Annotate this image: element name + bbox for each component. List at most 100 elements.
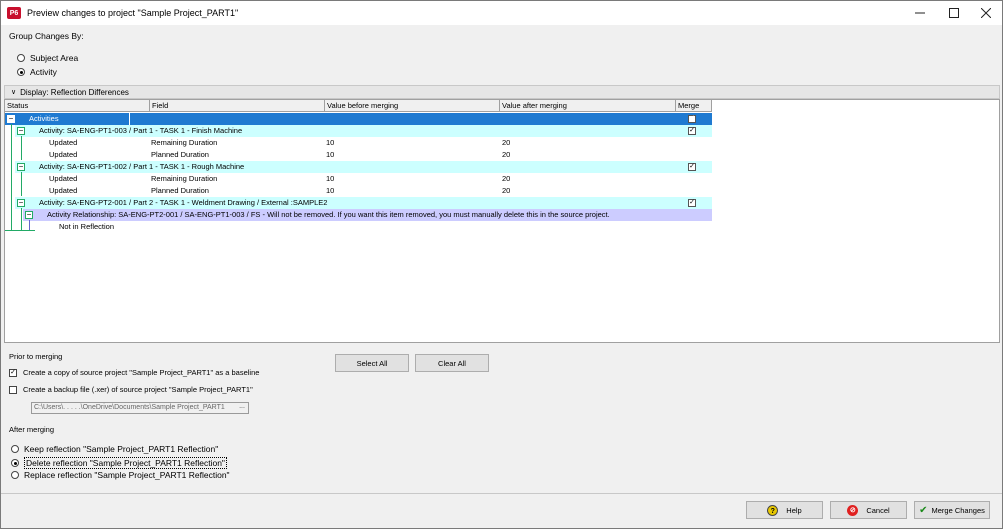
clear-all-button[interactable]: Clear All: [415, 354, 489, 372]
after-merging-label: After merging: [9, 425, 55, 434]
group-label: Activity: SA-ENG-PT1-003 / Part 1 - TASK…: [39, 126, 243, 135]
column-status[interactable]: Status: [5, 100, 150, 112]
field-cell: Remaining Duration: [151, 174, 218, 183]
radio-keep-reflection[interactable]: Keep reflection "Sample Project_PART1 Re…: [11, 444, 218, 454]
field-cell: Planned Duration: [151, 186, 209, 195]
collapse-icon[interactable]: −: [17, 199, 25, 207]
radio-keep-label: Keep reflection "Sample Project_PART1 Re…: [24, 444, 219, 454]
checkmark-icon: ✔: [919, 504, 928, 516]
prior-merging-label: Prior to merging: [9, 352, 63, 361]
collapse-icon[interactable]: −: [17, 127, 25, 135]
backup-path-field[interactable]: C:\Users\. . . . .\OneDrive\Documents\Sa…: [31, 402, 249, 414]
column-merge[interactable]: Merge: [676, 100, 712, 112]
merge-label: Merge Changes: [931, 505, 985, 515]
collapse-icon[interactable]: −: [25, 211, 33, 219]
help-button[interactable]: ? Help: [746, 501, 823, 519]
before-cell: 10: [326, 150, 335, 159]
copy-baseline-option[interactable]: ✓ Create a copy of source project "Sampl…: [9, 368, 259, 377]
table-row-group[interactable]: − Activity: SA-ENG-PT1-003 / Part 1 - TA…: [15, 125, 712, 137]
maximize-button[interactable]: [937, 1, 971, 25]
backup-file-label: Create a backup file (.xer) of source pr…: [23, 385, 253, 394]
field-cell: Remaining Duration: [151, 138, 218, 147]
status-cell: Updated: [49, 186, 78, 195]
browse-button[interactable]: ...: [236, 403, 248, 413]
root-divider: [129, 113, 130, 125]
status-cell: Updated: [49, 138, 78, 147]
close-button[interactable]: [969, 1, 1003, 25]
radio-indicator[interactable]: [11, 459, 19, 467]
field-cell: Planned Duration: [151, 150, 209, 159]
collapse-icon[interactable]: −: [17, 163, 25, 171]
radio-indicator[interactable]: [11, 445, 19, 453]
table-row[interactable]: Updated Planned Duration 10 20: [15, 149, 712, 161]
table-row[interactable]: Updated Planned Duration 10 20: [15, 185, 712, 197]
minimize-button[interactable]: [903, 1, 937, 25]
tree-line: [21, 208, 22, 230]
merge-checkbox[interactable]: ✓: [688, 199, 696, 207]
tree-line: [29, 220, 30, 230]
changes-table: Status Field Value before merging Value …: [4, 99, 1000, 343]
after-cell: 20: [502, 138, 511, 147]
group-label: Activity: SA-ENG-PT1-002 / Part 1 - TASK…: [39, 162, 245, 171]
backup-file-option[interactable]: Create a backup file (.xer) of source pr…: [9, 385, 253, 394]
group-label: Activity: SA-ENG-PT2-001 / Part 2 - TASK…: [39, 198, 328, 207]
select-all-button[interactable]: Select All: [335, 354, 409, 372]
copy-baseline-label: Create a copy of source project "Sample …: [23, 368, 260, 377]
tree-line: [21, 136, 22, 160]
backup-file-checkbox[interactable]: [9, 385, 17, 394]
after-cell: 20: [502, 186, 511, 195]
collapse-icon[interactable]: −: [7, 115, 15, 123]
cancel-label: Cancel: [866, 505, 890, 515]
p6-app-icon: P6: [7, 7, 21, 19]
table-row[interactable]: Updated Remaining Duration 10 20: [15, 137, 712, 149]
close-icon: [981, 8, 991, 18]
tree-line: [5, 230, 35, 231]
before-cell: 10: [326, 174, 335, 183]
before-cell: 10: [326, 138, 335, 147]
root-label: Activities: [29, 113, 129, 125]
copy-baseline-checkbox[interactable]: ✓: [9, 368, 17, 377]
radio-indicator[interactable]: [11, 471, 19, 479]
chevron-down-icon: ∨: [11, 89, 17, 96]
status-cell: Updated: [49, 150, 78, 159]
tree-line: [11, 124, 12, 230]
display-label: Display: Reflection Differences: [20, 87, 129, 97]
merge-checkbox[interactable]: ✓: [688, 163, 696, 171]
merge-checkbox[interactable]: ✓: [688, 115, 696, 123]
group-changes-label: Group Changes By:: [9, 31, 84, 41]
merge-changes-button[interactable]: ✔ Merge Changes: [914, 501, 990, 519]
radio-subject-area[interactable]: Subject Area: [17, 53, 78, 63]
merge-checkbox[interactable]: ✓: [688, 127, 696, 135]
column-value-before[interactable]: Value before merging: [325, 100, 500, 112]
radio-replace-reflection[interactable]: Replace reflection "Sample Project_PART1…: [11, 470, 230, 480]
radio-activity-label: Activity: [30, 67, 57, 77]
help-icon: ?: [767, 504, 779, 516]
preview-changes-dialog: P6 Preview changes to project "Sample Pr…: [0, 0, 1003, 529]
column-value-after[interactable]: Value after merging: [500, 100, 676, 112]
cancel-icon: ⊘: [847, 504, 859, 516]
radio-subject-area-label: Subject Area: [30, 53, 79, 63]
status-cell: Not in Reflection: [59, 222, 115, 231]
radio-indicator[interactable]: [17, 68, 25, 76]
radio-activity[interactable]: Activity: [17, 67, 57, 77]
footer-divider: [1, 493, 1002, 494]
tree-line: [21, 172, 22, 196]
table-row-group[interactable]: − Activity: SA-ENG-PT2-001 / Part 2 - TA…: [15, 197, 712, 209]
minimize-icon: [915, 12, 925, 14]
table-row-relationship[interactable]: − Activity Relationship: SA-ENG-PT2-001 …: [23, 209, 712, 221]
after-cell: 20: [502, 150, 511, 159]
before-cell: 10: [326, 186, 335, 195]
table-row-root[interactable]: − Activities ✓: [5, 113, 712, 125]
column-field[interactable]: Field: [150, 100, 325, 112]
display-options-bar[interactable]: ∨ Display: Reflection Differences: [4, 85, 1000, 99]
table-row-group[interactable]: − Activity: SA-ENG-PT1-002 / Part 1 - TA…: [15, 161, 712, 173]
title-bar: P6 Preview changes to project "Sample Pr…: [1, 1, 1002, 25]
table-row[interactable]: Updated Remaining Duration 10 20: [15, 173, 712, 185]
table-header: Status Field Value before merging Value …: [5, 100, 712, 112]
table-row[interactable]: Not in Reflection: [23, 221, 143, 233]
maximize-icon: [949, 8, 959, 18]
radio-indicator[interactable]: [17, 54, 25, 62]
status-cell: Updated: [49, 174, 78, 183]
radio-delete-reflection[interactable]: Delete reflection "Sample Project_PART1 …: [11, 457, 227, 469]
cancel-button[interactable]: ⊘ Cancel: [830, 501, 907, 519]
